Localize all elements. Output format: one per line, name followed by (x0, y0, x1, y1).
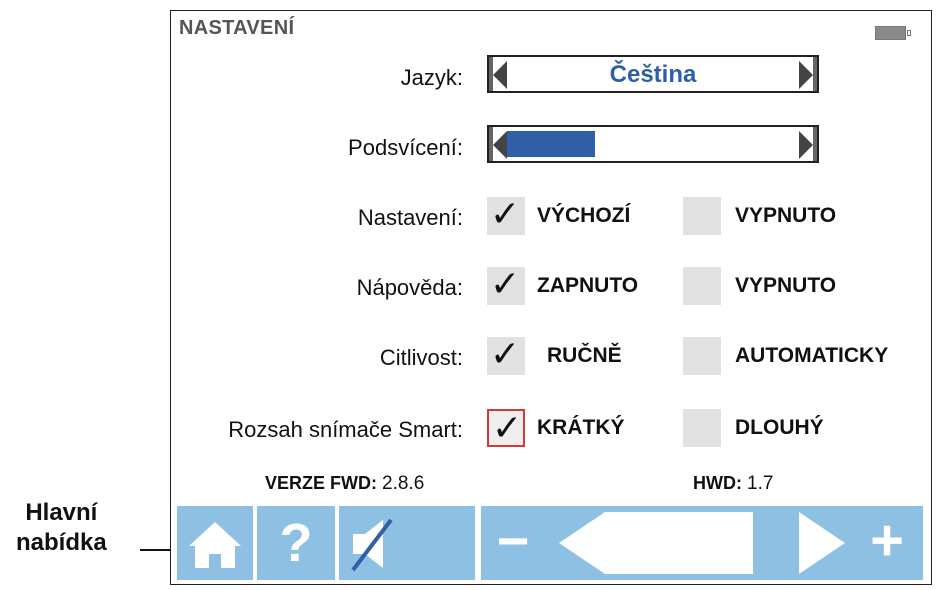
option1-label: KRÁTKÝ (537, 416, 625, 439)
backlight-level-fill (507, 131, 595, 157)
battery-icon (875, 26, 911, 40)
row-label: Nápověda: (356, 275, 463, 300)
fwd-version-label: VERZE FWD: (265, 473, 377, 493)
arrow-left-icon[interactable] (493, 131, 507, 159)
option1-label: ZAPNUTO (537, 274, 639, 297)
option1-label: VÝCHOZÍ (537, 204, 631, 227)
fwd-version-value: 2.8.6 (382, 473, 425, 494)
mute-button[interactable] (339, 506, 475, 580)
checkmark-icon: ✓ (490, 334, 521, 375)
help-button[interactable]: ? (257, 506, 335, 580)
main-menu-annotation: Hlavní nabídka (16, 498, 107, 558)
checkmark-icon: ✓ (490, 264, 521, 305)
row-label: Rozsah snímače Smart: (228, 417, 463, 442)
option2-label: AUTOMATICKY (735, 344, 889, 367)
checkbox-option2[interactable] (683, 409, 721, 447)
checkbox-option1[interactable]: ✓ (487, 334, 525, 375)
checkbox-option1[interactable]: ✓ (487, 408, 525, 449)
fwd-version: VERZE FWD: 2.8.6 (265, 473, 424, 495)
option2-label: DLOUHÝ (735, 416, 824, 439)
plus-button[interactable]: + (857, 506, 917, 576)
option2-label: VYPNUTO (735, 204, 837, 227)
language-value: Čeština (609, 61, 697, 88)
hwd-version-value: 1.7 (747, 473, 774, 494)
arrow-right-icon[interactable] (799, 131, 813, 159)
hwd-version: HWD: 1.7 (693, 473, 773, 495)
language-label: Jazyk: (400, 65, 463, 90)
row-label: Nastavení: (357, 205, 463, 230)
home-icon (189, 522, 241, 568)
checkbox-option1[interactable]: ✓ (487, 194, 525, 235)
backlight-slider[interactable] (487, 125, 819, 163)
checkbox-option2[interactable] (683, 267, 721, 305)
option1-label: RUČNĚ (547, 344, 622, 367)
increase-arrow-icon (799, 512, 845, 574)
checkmark-icon: ✓ (490, 194, 521, 235)
decrease-arrow-icon (559, 512, 605, 574)
checkbox-option2[interactable] (683, 197, 721, 235)
checkmark-icon: ✓ (492, 408, 523, 449)
page-title: NASTAVENÍ (179, 17, 295, 39)
annotation-line2: nabídka (16, 529, 107, 556)
annotation-line1: Hlavní (25, 499, 98, 526)
row-label: Citlivost: (379, 345, 463, 370)
arrow-right-icon[interactable] (799, 61, 813, 89)
mute-icon (351, 518, 393, 572)
settings-screen: NASTAVENÍ Jazyk: Čeština Podsvícení: Nas… (170, 10, 932, 585)
adjust-bar: − + (481, 506, 923, 580)
checkbox-option2[interactable] (683, 337, 721, 375)
language-selector[interactable]: Čeština (487, 55, 819, 93)
checkbox-option1[interactable]: ✓ (487, 264, 525, 305)
option2-label: VYPNUTO (735, 274, 837, 297)
help-icon: ? (279, 513, 313, 573)
hwd-version-label: HWD: (693, 473, 742, 493)
backlight-label: Podsvícení: (348, 135, 463, 160)
bottom-toolbar: ? − + (177, 506, 923, 580)
home-button[interactable] (177, 506, 253, 580)
